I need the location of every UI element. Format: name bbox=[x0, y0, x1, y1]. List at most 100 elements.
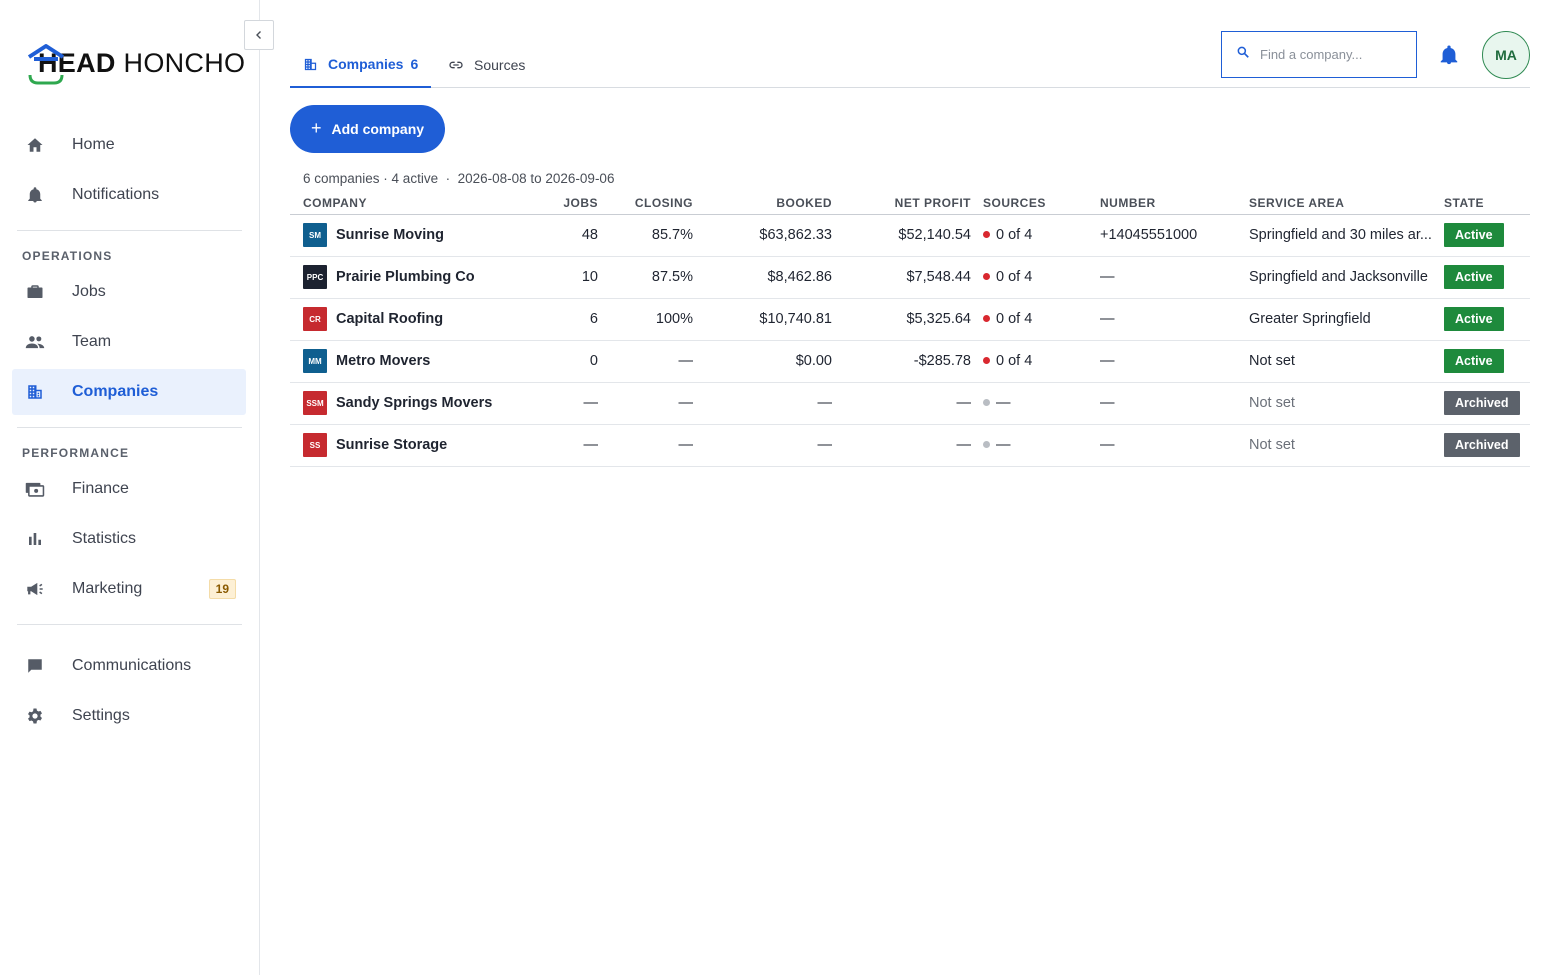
nav-item-finance[interactable]: Finance bbox=[12, 466, 246, 512]
search-icon bbox=[1236, 45, 1250, 64]
state-badge: Active bbox=[1444, 223, 1504, 247]
col-company[interactable]: COMPANY bbox=[290, 192, 548, 215]
table-row[interactable]: SM Sunrise Moving 48 85.7% $63,862.33 $52,140… bbox=[290, 214, 1530, 257]
cell-closing: 85.7% bbox=[604, 214, 699, 257]
cell-net-profit: — bbox=[838, 382, 977, 425]
cell-booked: — bbox=[699, 382, 838, 425]
sources-status-dot-icon bbox=[983, 273, 990, 280]
search-input[interactable] bbox=[1260, 47, 1400, 62]
notifications-bell-icon[interactable] bbox=[1438, 44, 1460, 66]
company-name-link[interactable]: Sunrise Moving bbox=[336, 227, 444, 243]
col-state[interactable]: STATE bbox=[1438, 192, 1530, 215]
company-initials-badge: PPC bbox=[303, 265, 327, 289]
tab-label: Sources bbox=[474, 57, 526, 73]
nav-item-notifications[interactable]: Notifications bbox=[12, 172, 246, 218]
cell-jobs: 0 bbox=[548, 340, 604, 383]
table-row[interactable]: CR Capital Roofing 6 100% $10,740.81 $5,325.6… bbox=[290, 298, 1530, 341]
cell-net-profit: — bbox=[838, 424, 977, 467]
tab-companies[interactable]: Companies 6 bbox=[290, 42, 432, 88]
cell-number: — bbox=[1094, 256, 1243, 299]
nav-label: Team bbox=[72, 333, 112, 350]
company-initials-badge: SS bbox=[303, 433, 327, 457]
cell-jobs: 10 bbox=[548, 256, 604, 299]
sources-value: 0 of 4 bbox=[996, 353, 1033, 369]
nav-item-companies[interactable]: Companies bbox=[12, 369, 246, 415]
sidebar: HEAD HONCHO Home Notifications OPERATION… bbox=[0, 0, 260, 975]
nav-label: Notifications bbox=[72, 186, 160, 203]
col-jobs[interactable]: JOBS bbox=[548, 192, 604, 215]
sources-value: — bbox=[996, 395, 1011, 411]
user-avatar[interactable]: MA bbox=[1482, 31, 1530, 79]
nav-label: Settings bbox=[72, 707, 130, 724]
sources-status-dot-icon bbox=[983, 441, 990, 448]
sources-status-dot-icon bbox=[983, 399, 990, 406]
col-service-area[interactable]: SERVICE AREA bbox=[1243, 192, 1438, 215]
company-name-link[interactable]: Prairie Plumbing Co bbox=[336, 269, 475, 285]
table-row[interactable]: MM Metro Movers 0— $0.00 -$285.78 0 of 4— Not … bbox=[290, 340, 1530, 383]
tab-label: Companies bbox=[328, 56, 404, 72]
cell-state: Active bbox=[1438, 298, 1530, 341]
chevron-left-icon bbox=[254, 28, 264, 43]
service-area-value: Not set bbox=[1249, 437, 1295, 453]
add-company-button[interactable]: + Add company bbox=[290, 105, 445, 153]
divider bbox=[17, 624, 242, 625]
sources-value: 0 of 4 bbox=[996, 311, 1033, 327]
company-initials-badge: SSM bbox=[303, 391, 327, 415]
cell-service-area: Springfield and Jacksonville bbox=[1243, 256, 1438, 299]
divider bbox=[17, 427, 242, 428]
col-booked[interactable]: BOOKED bbox=[699, 192, 838, 215]
nav-item-home[interactable]: Home bbox=[12, 122, 246, 168]
cell-closing: — bbox=[604, 424, 699, 467]
table-row[interactable]: PPC Prairie Plumbing Co 10 87.5% $8,462.86 $7… bbox=[290, 256, 1530, 299]
building-icon bbox=[24, 381, 46, 403]
companies-table: COMPANY JOBS CLOSING BOOKED NET PROFIT S… bbox=[290, 192, 1530, 467]
money-icon bbox=[24, 478, 46, 500]
state-badge: Archived bbox=[1444, 391, 1520, 415]
sources-status-dot-icon bbox=[983, 315, 990, 322]
nav-item-settings[interactable]: Settings bbox=[12, 693, 246, 739]
cell-number: +14045551000 bbox=[1094, 214, 1243, 257]
cell-jobs: 48 bbox=[548, 214, 604, 257]
chat-icon bbox=[24, 655, 46, 677]
sources-value: 0 of 4 bbox=[996, 227, 1033, 243]
service-area-value: Not set bbox=[1249, 353, 1295, 369]
company-name-link[interactable]: Metro Movers bbox=[336, 353, 430, 369]
building-icon bbox=[303, 57, 318, 72]
nav-item-team[interactable]: Team bbox=[12, 319, 246, 365]
company-name-link[interactable]: Sandy Springs Movers bbox=[336, 395, 492, 411]
state-badge: Active bbox=[1444, 265, 1504, 289]
col-number[interactable]: NUMBER bbox=[1094, 192, 1243, 215]
link-icon bbox=[448, 57, 464, 73]
nav-label: Companies bbox=[72, 383, 159, 400]
cell-company: PPC Prairie Plumbing Co bbox=[290, 256, 548, 299]
cell-booked: $63,862.33 bbox=[699, 214, 838, 257]
nav-item-marketing[interactable]: Marketing 19 bbox=[12, 566, 246, 612]
search-box[interactable] bbox=[1221, 31, 1417, 78]
nav-label: Communications bbox=[72, 657, 192, 674]
tab-sources[interactable]: Sources bbox=[448, 42, 525, 88]
state-badge: Active bbox=[1444, 307, 1504, 331]
col-net-profit[interactable]: NET PROFIT bbox=[838, 192, 977, 215]
cell-booked: — bbox=[699, 424, 838, 467]
cell-sources: 0 of 4 bbox=[977, 298, 1094, 341]
briefcase-icon bbox=[24, 281, 46, 303]
logo[interactable]: HEAD HONCHO bbox=[26, 40, 245, 86]
nav-item-communications[interactable]: Communications bbox=[12, 643, 246, 689]
collapse-sidebar-button[interactable] bbox=[244, 20, 274, 50]
table-row[interactable]: SSM Sandy Springs Movers — — — — — — Not set Arch… bbox=[290, 382, 1530, 425]
company-name-link[interactable]: Capital Roofing bbox=[336, 311, 443, 327]
cell-company: SS Sunrise Storage bbox=[290, 424, 548, 467]
cell-closing: — bbox=[604, 382, 699, 425]
company-name-link[interactable]: Sunrise Storage bbox=[336, 437, 447, 453]
nav-item-statistics[interactable]: Statistics bbox=[12, 516, 246, 562]
divider bbox=[17, 230, 242, 231]
col-sources[interactable]: SOURCES bbox=[977, 192, 1094, 215]
cell-company: SM Sunrise Moving bbox=[290, 214, 548, 257]
nav-item-jobs[interactable]: Jobs bbox=[12, 269, 246, 315]
sources-status-dot-icon bbox=[983, 357, 990, 364]
table-row[interactable]: SS Sunrise Storage — — — — — — Not set Archived bbox=[290, 424, 1530, 467]
col-closing[interactable]: CLOSING bbox=[604, 192, 699, 215]
marketing-count-badge: 19 bbox=[208, 579, 236, 599]
add-company-label: Add company bbox=[331, 121, 425, 137]
summary-date-range: 2026-08-08 to 2026-09-06 bbox=[457, 171, 615, 186]
